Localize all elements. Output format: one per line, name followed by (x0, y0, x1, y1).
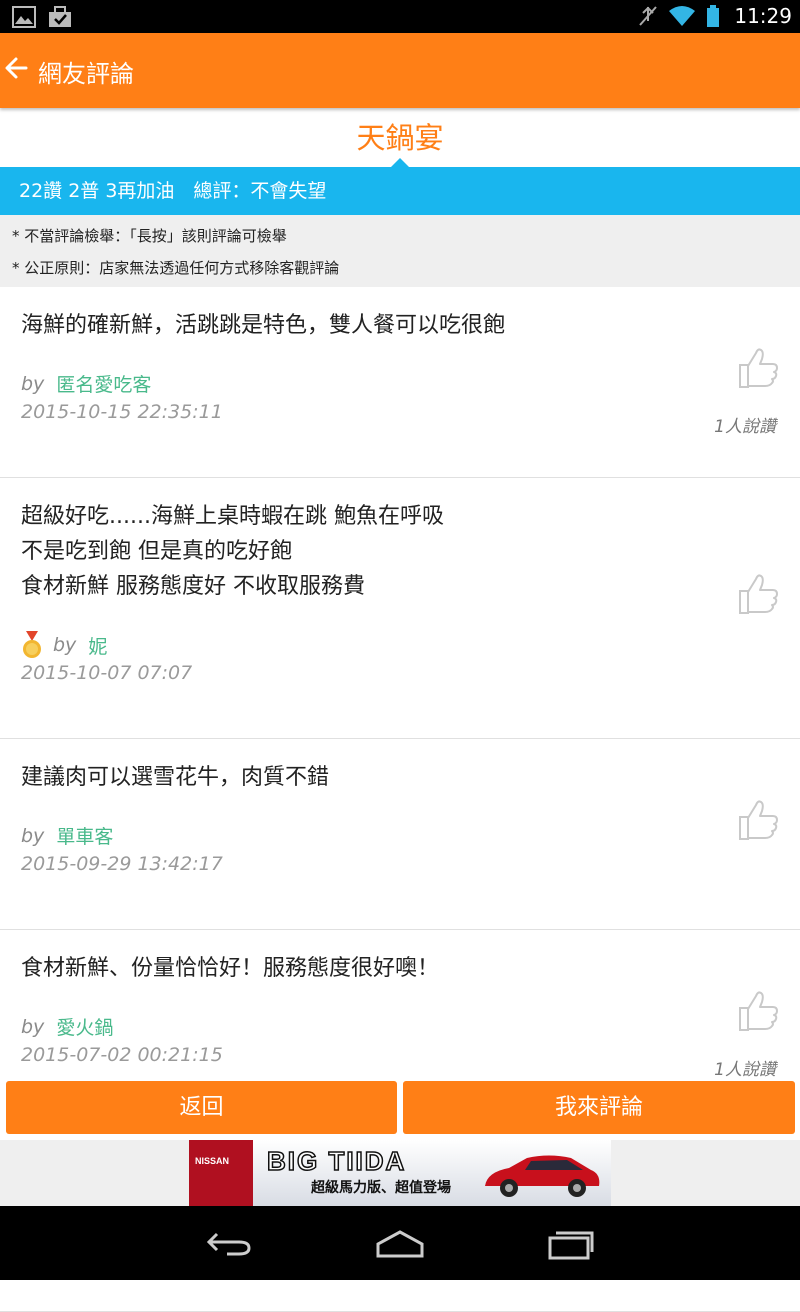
like-thumb-icon[interactable] (737, 990, 779, 1032)
review-author: 匿名愛吃客 (56, 374, 152, 396)
car-image-icon (485, 1155, 600, 1197)
review-author: 愛火鍋 (56, 1017, 114, 1039)
review-text-line: 海鮮的確新鮮，活跳跳是特色，雙人餐可以吃很飽 (21, 313, 506, 338)
review-date: 2015-09-29 13:42:17 (21, 853, 223, 875)
like-thumb-icon[interactable] (737, 799, 779, 841)
review-text: 海鮮的確新鮮，活跳跳是特色，雙人餐可以吃很飽 (21, 308, 505, 343)
write-review-button[interactable]: 我來評論 (403, 1081, 795, 1134)
mute-icon (639, 6, 658, 26)
by-label: by (53, 634, 77, 656)
review-text-line: 超級好吃......海鮮上桌時蝦在跳 鮑魚在呼吸 (21, 504, 444, 529)
ad-tagline: 超級馬力版、超值登場 (311, 1180, 451, 1196)
review-item[interactable]: 建議肉可以選雪花牛，肉質不錯 by 單車客 2015-09-29 13:42:17 (0, 739, 800, 930)
review-item[interactable]: 超級好吃......海鮮上桌時蝦在跳 鮑魚在呼吸 不是吃到飽 但是真的吃好飽食材新… (0, 478, 800, 739)
review-author-row: by 匿名愛吃客 (21, 370, 151, 397)
status-bar: 11:29 (0, 0, 800, 33)
ad-brand: BIG TIIDA (266, 1145, 407, 1177)
page-title: 網友評論 (38, 60, 134, 88)
ad-banner[interactable]: NISSAN BIG TIIDA 超級馬力版、超值登場 (189, 1140, 611, 1206)
app-bar: 網友評論 (0, 33, 800, 108)
like-count: 1人說讚 (714, 417, 776, 437)
medal-icon (21, 631, 53, 659)
briefcase-icon (49, 6, 71, 27)
like-thumb-icon[interactable] (737, 573, 779, 615)
like-count: 1人說讚 (714, 1060, 776, 1080)
clock: 11:29 (734, 4, 792, 28)
wifi-icon (669, 6, 696, 26)
by-label: by (21, 1015, 45, 1038)
battery-icon (707, 5, 720, 27)
gallery-icon (12, 6, 36, 28)
notice-report: * 不當評論檢舉：「長按」該則評論可檢舉 (12, 227, 287, 245)
arrow-left-icon[interactable] (4, 53, 30, 83)
review-text: 建議肉可以選雪花牛，肉質不錯 (21, 760, 329, 795)
like-thumb-icon[interactable] (737, 347, 779, 389)
notice-fairness: * 公正原則：店家無法透過任何方式移除客觀評論 (12, 259, 340, 277)
nav-recents-icon[interactable] (546, 1228, 596, 1260)
review-date: 2015-10-07 07:07 (21, 662, 193, 684)
ad-area: NISSAN BIG TIIDA 超級馬力版、超值登場 (0, 1140, 800, 1206)
review-text-line: 食材新鮮 服務態度好 不收取服務費 (21, 574, 365, 599)
nav-home-icon[interactable] (374, 1228, 426, 1260)
review-author: 妮 (88, 635, 108, 658)
review-author-row: by 愛火鍋 (21, 1013, 113, 1040)
review-author-row: by 妮 (21, 631, 107, 659)
notice-panel: * 不當評論檢舉：「長按」該則評論可檢舉 * 公正原則：店家無法透過任何方式移除… (0, 215, 800, 287)
pointer-triangle (390, 158, 410, 168)
review-text-line: 建議肉可以選雪花牛，肉質不錯 (21, 765, 330, 790)
review-item[interactable]: 海鮮的確新鮮，活跳跳是特色，雙人餐可以吃很飽 by 匿名愛吃客 2015-10-15 … (0, 287, 800, 478)
review-text: 超級好吃......海鮮上桌時蝦在跳 鮑魚在呼吸 不是吃到飽 但是真的吃好飽食材新… (21, 499, 444, 604)
review-author: 單車客 (56, 826, 114, 848)
ad-logo: NISSAN (189, 1140, 253, 1206)
by-label: by (21, 824, 45, 847)
back-button[interactable]: 返回 (6, 1081, 397, 1134)
rating-summary: 22讚 2普 3再加油 總評：不會失望 (0, 158, 800, 215)
by-label: by (21, 372, 45, 395)
action-bar: 返回 我來評論 (0, 1078, 800, 1140)
rating-summary-text: 22讚 2普 3再加油 總評：不會失望 (19, 180, 327, 202)
review-date: 2015-07-02 00:21:15 (21, 1044, 223, 1066)
review-author-row: by 單車客 (21, 822, 113, 849)
review-date: 2015-10-15 22:35:11 (21, 401, 223, 423)
review-text-line: 食材新鮮、份量恰恰好！服務態度很好噢！ (21, 956, 440, 981)
review-text: 食材新鮮、份量恰恰好！服務態度很好噢！ (21, 951, 439, 986)
nav-back-icon[interactable] (205, 1228, 253, 1258)
system-nav-bar (0, 1206, 800, 1280)
review-text-line: 不是吃到飽 但是真的吃好飽 (21, 539, 292, 564)
